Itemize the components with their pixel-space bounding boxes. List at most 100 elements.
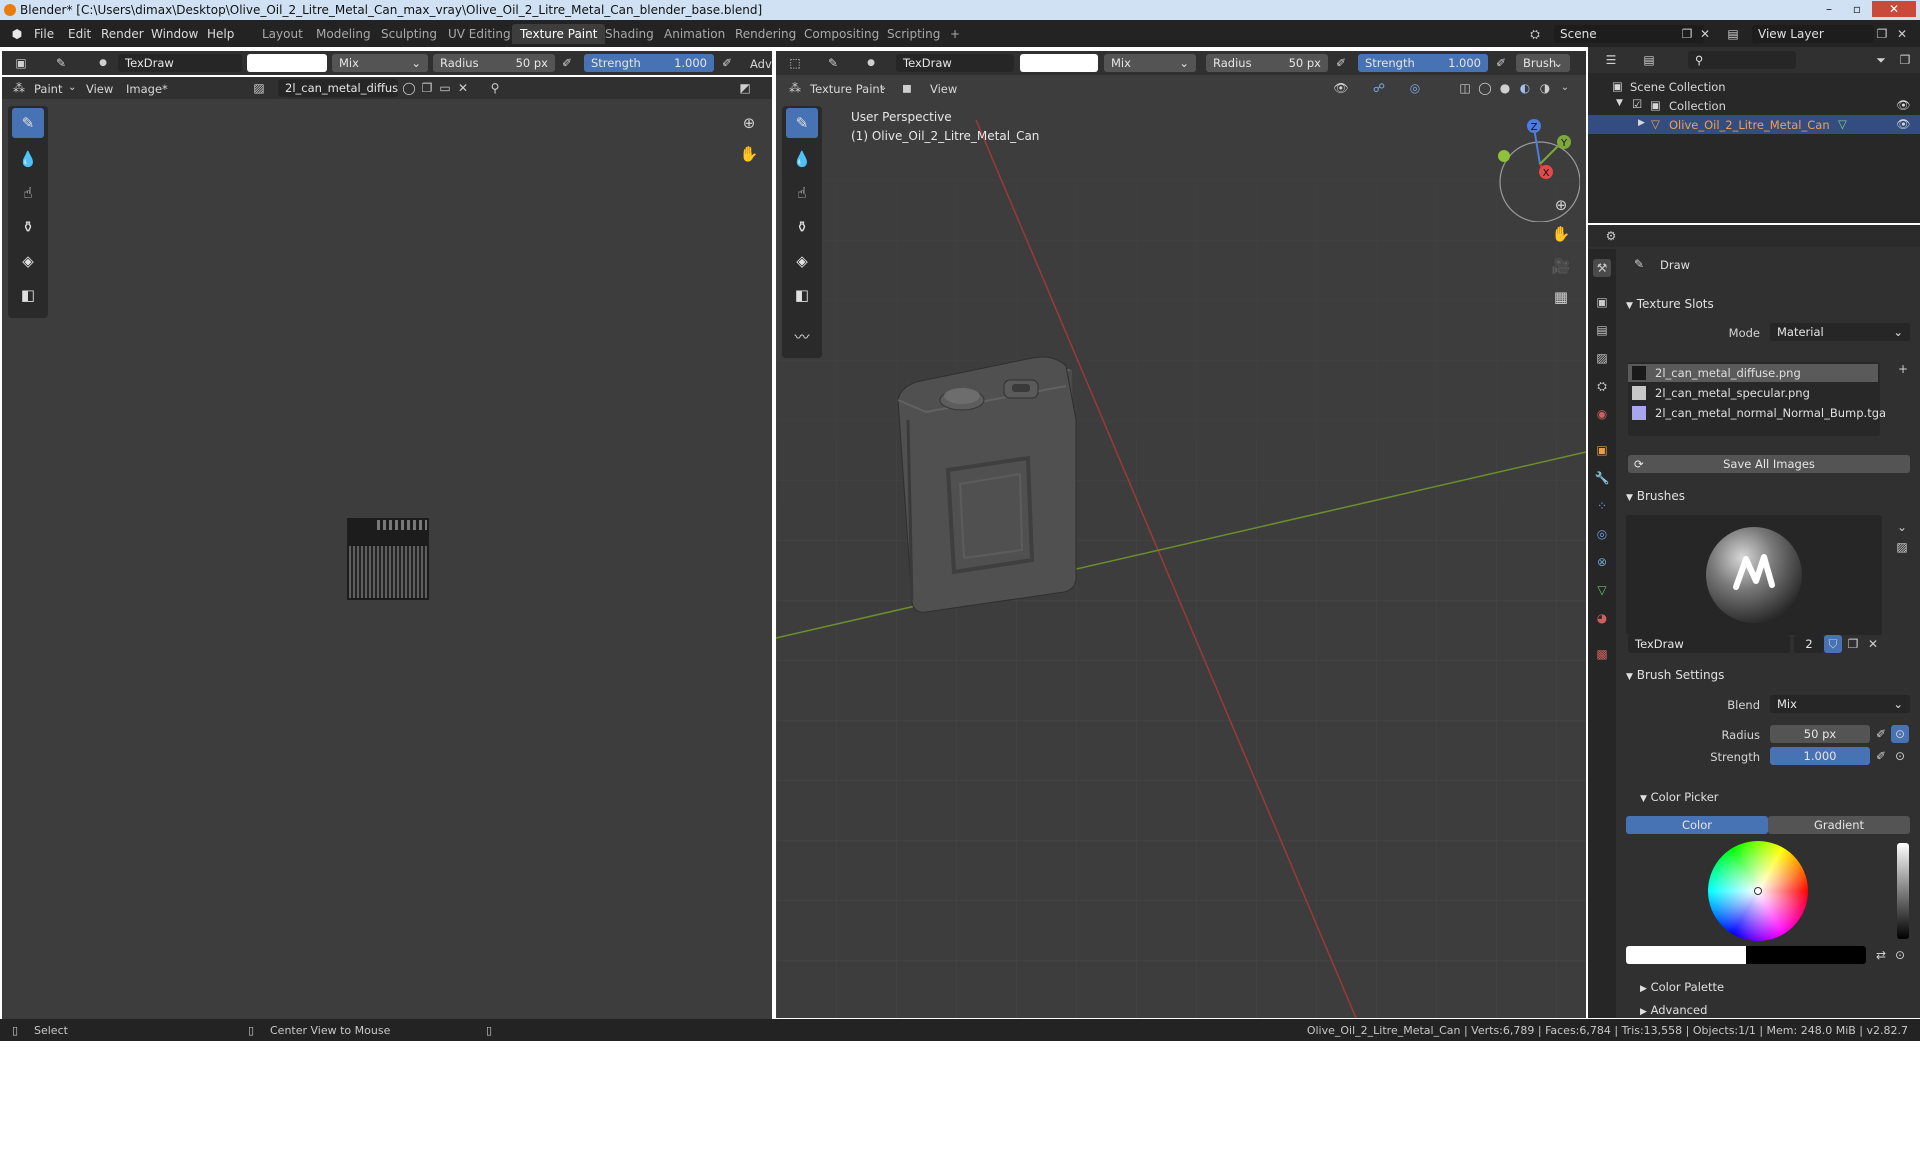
- clone-tool-icon[interactable]: ⚱: [12, 212, 44, 242]
- new-image-icon[interactable]: ❐: [418, 79, 436, 97]
- radius-unit-icon[interactable]: ⊙: [1891, 725, 1909, 743]
- tab-scripting[interactable]: Scripting: [879, 24, 948, 44]
- texture-preview[interactable]: [347, 518, 429, 600]
- tab-layout[interactable]: Layout: [254, 24, 311, 44]
- checkbox-icon[interactable]: ☑: [1632, 97, 1642, 111]
- tab-sculpting[interactable]: Sculpting: [373, 24, 445, 44]
- strength-slider[interactable]: Strength 1.000: [584, 54, 714, 72]
- brush-blend-dropdown[interactable]: Mix ⌄: [1770, 695, 1910, 713]
- material-tab-icon[interactable]: ◕: [1593, 609, 1611, 627]
- close-button[interactable]: ✕: [1872, 1, 1916, 17]
- menu-view[interactable]: View: [86, 82, 113, 96]
- display-mode-icon[interactable]: ▤: [1640, 51, 1658, 69]
- tab-uv-editing[interactable]: UV Editing: [440, 24, 519, 44]
- visibility-icon[interactable]: 👁: [1332, 79, 1350, 97]
- paint-mode-menu[interactable]: Paint: [34, 82, 62, 96]
- secondary-color-swatch[interactable]: [1746, 946, 1866, 964]
- view-layer-tab-icon[interactable]: ▨: [1593, 349, 1611, 367]
- blender-menu-icon[interactable]: ⬢: [8, 25, 26, 43]
- delete-view-layer-icon[interactable]: ✕: [1893, 25, 1911, 43]
- brushes-panel-title[interactable]: ▼ Brushes: [1626, 489, 1685, 503]
- brush-name-field[interactable]: TexDraw: [118, 54, 242, 72]
- scene-icon[interactable]: ⛭: [1526, 25, 1544, 43]
- solid-shading-icon[interactable]: ●: [1496, 79, 1514, 97]
- swap-colors-icon[interactable]: ⇄: [1872, 946, 1890, 964]
- overlay-toggle-icon[interactable]: ◎: [1406, 79, 1424, 97]
- minimize-button[interactable]: –: [1816, 1, 1842, 17]
- menu-render[interactable]: Render: [101, 27, 144, 41]
- menu-edit[interactable]: Edit: [68, 27, 91, 41]
- brush-name-field[interactable]: TexDraw: [896, 54, 1014, 72]
- tab-animation[interactable]: Animation: [656, 24, 733, 44]
- brush-color-swatch[interactable]: [247, 54, 327, 72]
- color-palette-panel-title[interactable]: ▶ Color Palette: [1640, 980, 1724, 994]
- color-picker-panel-title[interactable]: ▼ Color Picker: [1640, 790, 1719, 804]
- brush-users-count[interactable]: 2: [1794, 635, 1824, 653]
- radius-pressure-icon[interactable]: ✐: [1872, 725, 1890, 743]
- object-tab-icon[interactable]: ▣: [1593, 441, 1611, 459]
- gizmo-toggle-icon[interactable]: ☍: [1370, 79, 1388, 97]
- outliner-search-input[interactable]: ⚲: [1688, 51, 1796, 69]
- mask-toggle-icon[interactable]: ◼: [898, 79, 916, 97]
- image-browse-icon[interactable]: ▨: [250, 79, 268, 97]
- color-wheel[interactable]: [1708, 841, 1808, 941]
- brush-list-chevron-icon[interactable]: ⌄: [1893, 518, 1911, 536]
- texture-slots-panel-title[interactable]: ▼ Texture Slots: [1626, 297, 1714, 311]
- constraints-tab-icon[interactable]: ⊗: [1593, 553, 1611, 571]
- color-lock-icon[interactable]: ⊙: [1891, 946, 1909, 964]
- zoom-icon[interactable]: ⊕: [1549, 193, 1573, 217]
- new-scene-icon[interactable]: ❐: [1678, 25, 1696, 43]
- camera-icon[interactable]: 🎥: [1549, 254, 1573, 278]
- strength-pressure-icon[interactable]: ✐: [718, 54, 736, 72]
- fill-tool-icon[interactable]: ◈: [786, 246, 818, 276]
- brush-name-field[interactable]: TexDraw: [1628, 635, 1790, 653]
- world-tab-icon[interactable]: ◉: [1593, 405, 1611, 423]
- soften-tool-icon[interactable]: 💧: [12, 144, 44, 174]
- new-collection-icon[interactable]: ❐: [1896, 51, 1914, 69]
- mode-selector[interactable]: Texture Paint: [810, 82, 884, 96]
- olive-oil-can-model[interactable]: [897, 356, 1077, 613]
- display-channels-icon[interactable]: ◩: [736, 79, 754, 97]
- clone-tool-icon[interactable]: ⚱: [786, 212, 818, 242]
- pressure-icon[interactable]: ✐: [1332, 54, 1350, 72]
- brush-settings-panel-title[interactable]: ▼ Brush Settings: [1626, 668, 1724, 682]
- outliner-row-object[interactable]: ▶ ▽ Olive_Oil_2_Litre_Metal_Can ▽ 👁: [1588, 115, 1920, 134]
- new-view-layer-icon[interactable]: ❐: [1873, 25, 1891, 43]
- tab-compositing[interactable]: Compositing: [796, 24, 887, 44]
- texture-slot-diffuse[interactable]: 2l_can_metal_diffuse.png: [1628, 364, 1878, 382]
- texture-tab-icon[interactable]: ▩: [1593, 645, 1611, 663]
- filter-icon[interactable]: ⏷: [1872, 51, 1890, 69]
- open-image-icon[interactable]: ▭: [436, 79, 454, 97]
- blend-dropdown[interactable]: Mix ⌄: [332, 54, 428, 72]
- mask-tool-icon[interactable]: ◧: [786, 280, 818, 310]
- expand-arrow-icon[interactable]: ▶: [1638, 118, 1645, 128]
- rendered-shading-icon[interactable]: ◑: [1536, 79, 1554, 97]
- pin-icon[interactable]: ⚲: [486, 79, 504, 97]
- image-name-field[interactable]: 2l_can_metal_diffus..: [278, 79, 398, 97]
- zoom-icon[interactable]: ⊕: [737, 111, 761, 135]
- menu-view[interactable]: View: [930, 82, 957, 96]
- output-tab-icon[interactable]: ▤: [1593, 321, 1611, 339]
- brush-radius-slider[interactable]: 50 px: [1770, 725, 1870, 743]
- view-layer-selector[interactable]: View Layer: [1752, 25, 1874, 43]
- advanced-menu[interactable]: Adv: [750, 57, 772, 71]
- outliner-row-collection[interactable]: ▼ ☑ ▣ Collection 👁: [1588, 96, 1920, 115]
- editor-type-icon[interactable]: ⬚: [786, 54, 804, 72]
- tool-tab-icon[interactable]: ⚒: [1593, 259, 1611, 277]
- texture-slot-specular[interactable]: 2l_can_metal_specular.png: [1628, 384, 1878, 402]
- brush-strength-slider[interactable]: 1.000: [1770, 747, 1870, 765]
- draw-tool-icon[interactable]: ✎: [786, 108, 818, 138]
- texture-slot-mode-dropdown[interactable]: Material ⌄: [1770, 323, 1910, 341]
- view-layer-icon[interactable]: ▤: [1724, 25, 1742, 43]
- collapse-arrow-icon[interactable]: ▼: [1616, 98, 1623, 108]
- fill-tool-icon[interactable]: ◈: [12, 246, 44, 276]
- add-workspace-button[interactable]: +: [942, 24, 968, 44]
- smear-tool-icon[interactable]: ☝: [12, 178, 44, 208]
- pan-hand-icon[interactable]: ✋: [737, 142, 761, 166]
- particles-tab-icon[interactable]: ⁘: [1593, 497, 1611, 515]
- tab-shading[interactable]: Shading: [597, 24, 662, 44]
- strength-pressure-icon[interactable]: ✐: [1492, 54, 1510, 72]
- strength-lock-icon[interactable]: ⊙: [1891, 747, 1909, 765]
- blend-dropdown[interactable]: Mix ⌄: [1104, 54, 1196, 72]
- pressure-icon[interactable]: ✐: [558, 54, 576, 72]
